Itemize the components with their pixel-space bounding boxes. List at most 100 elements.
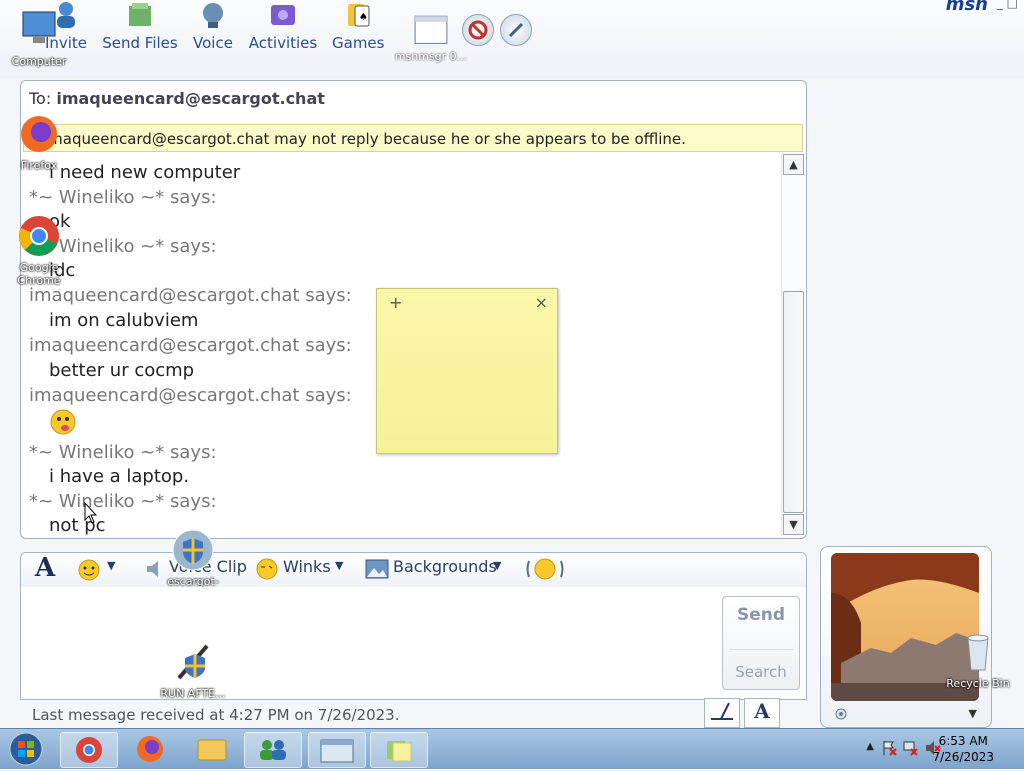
send-panel: Send Search xyxy=(722,596,800,690)
recycle-bin-label: Recycle Bin xyxy=(946,677,1010,690)
chrome-icon xyxy=(19,216,59,256)
message-sender: imaqueencard@escargot.chat says: xyxy=(29,385,352,406)
send-files-button[interactable]: Send Files xyxy=(100,0,180,60)
chevron-down-icon[interactable]: ▼ xyxy=(335,559,343,572)
sticky-notes-icon xyxy=(387,741,412,762)
desktop-icon-recycle-bin[interactable]: Recycle Bin xyxy=(940,630,1016,690)
chrome-icon xyxy=(76,737,102,763)
message-sender: *~ Wineliko ~* says: xyxy=(29,491,217,512)
message-sender: imaqueencard@escargot.chat says: xyxy=(29,335,352,356)
start-button-icon[interactable] xyxy=(6,731,46,767)
message-sender: *~ Wineliko ~* says: xyxy=(29,442,217,463)
offline-notice: imaqueencard@escargot.chat may not reply… xyxy=(23,124,803,152)
winks-icon xyxy=(256,558,278,580)
block-icon xyxy=(468,20,488,40)
winks-button[interactable]: Winks xyxy=(283,557,331,576)
voice-label: Voice xyxy=(193,34,233,52)
handwriting-tab[interactable] xyxy=(704,698,740,728)
window-thumbnail-icon xyxy=(414,15,448,45)
computer-label: Computer xyxy=(11,55,67,68)
firefox-icon xyxy=(21,116,57,152)
chevron-down-icon[interactable]: ▼ xyxy=(493,559,501,572)
games-button[interactable]: ♠ Games xyxy=(332,0,384,60)
backgrounds-icon xyxy=(365,559,389,579)
run-after-shortcut-icon xyxy=(177,644,209,680)
font-icon[interactable]: A xyxy=(35,553,55,583)
activities-icon xyxy=(271,5,295,25)
taskbar-firefox[interactable] xyxy=(122,732,178,766)
message-sender: imaqueencard@escargot.chat says: xyxy=(29,285,352,306)
compose-toolbar: A ▼ Voice Clip Winks ▼ Backgrounds ▼ xyxy=(20,552,807,588)
taskbar: ▲ 6:53 AM 7/26/2023 xyxy=(0,728,1024,769)
message-text: i need new computer xyxy=(49,162,241,183)
chevron-down-icon[interactable]: ▼ xyxy=(969,707,977,720)
desktop-icon-run-after[interactable]: RUN AFTE... xyxy=(158,640,228,700)
desktop-icon-chrome[interactable]: Google Chrome xyxy=(4,214,74,287)
window-thumbnail-label: msnmsgr 0... xyxy=(394,50,468,63)
send-files-icon xyxy=(129,3,151,26)
activities-label: Activities xyxy=(248,34,318,52)
to-label: To: xyxy=(29,89,52,108)
message-sender: *~ Wineliko ~* says: xyxy=(29,187,217,208)
voice-icon xyxy=(203,3,223,28)
chevron-down-icon[interactable]: ▼ xyxy=(107,559,115,572)
firefox-label: Firefox xyxy=(20,159,58,172)
message-text: better ur cocmp xyxy=(49,360,195,381)
sticky-note[interactable]: + × xyxy=(376,288,558,454)
pen-icon xyxy=(711,702,733,720)
customize-button[interactable] xyxy=(500,14,532,46)
search-button[interactable]: Search xyxy=(723,663,799,681)
message-text: im on calubviem xyxy=(49,310,199,331)
svg-text:♠: ♠ xyxy=(359,12,368,23)
voice-button[interactable]: Voice xyxy=(190,0,236,60)
history-scrollbar[interactable]: ▲ ▼ xyxy=(781,153,804,536)
activities-button[interactable]: Activities xyxy=(248,0,318,60)
run-after-label: RUN AFTE... xyxy=(160,687,226,700)
tongue-emoticon-icon xyxy=(50,409,76,435)
show-hidden-icons-icon[interactable]: ▲ xyxy=(866,741,874,752)
action-center-flag-icon[interactable] xyxy=(880,739,898,757)
nudge-icon[interactable] xyxy=(525,556,565,582)
taskbar-sticky-notes[interactable] xyxy=(370,732,428,768)
mouse-cursor-icon xyxy=(84,502,98,524)
window-icon xyxy=(320,739,354,763)
scroll-down-icon[interactable]: ▼ xyxy=(783,514,804,535)
taskbar-window-thumbnail[interactable]: msnmsgr 0... xyxy=(394,14,468,74)
escargot-shield-icon xyxy=(172,529,214,571)
games-label: Games xyxy=(332,34,385,52)
text-tab[interactable]: A xyxy=(744,698,780,728)
scroll-thumb[interactable] xyxy=(783,291,804,513)
msn-logo: msn xyxy=(945,0,988,15)
system-clock[interactable]: 6:53 AM 7/26/2023 xyxy=(932,733,994,765)
backgrounds-button[interactable]: Backgrounds xyxy=(393,557,497,576)
taskbar-explorer[interactable] xyxy=(184,732,240,766)
webcam-icon[interactable] xyxy=(833,707,849,723)
taskbar-msn-messenger[interactable] xyxy=(244,732,302,768)
add-note-icon[interactable]: + xyxy=(389,293,402,312)
desktop-icon-firefox[interactable]: Firefox xyxy=(4,112,74,172)
taskbar-conversation-window[interactable] xyxy=(308,732,366,768)
chrome-label: Google Chrome xyxy=(17,261,61,287)
message-text: i have a laptop. xyxy=(49,466,190,487)
firefox-icon xyxy=(137,736,163,762)
desktop-icon-computer[interactable]: Computer xyxy=(4,8,74,68)
clock-date: 7/26/2023 xyxy=(932,750,994,764)
network-icon[interactable] xyxy=(902,739,920,757)
to-address: imaqueencard@escargot.chat xyxy=(56,89,325,108)
taskbar-chrome[interactable] xyxy=(60,732,118,768)
folder-icon xyxy=(197,739,227,761)
send-files-label: Send Files xyxy=(102,34,178,52)
games-icon: ♠ xyxy=(348,4,370,27)
message-input[interactable] xyxy=(20,587,807,700)
last-message-status: Last message received at 4:27 PM on 7/26… xyxy=(32,706,400,724)
scroll-up-icon[interactable]: ▲ xyxy=(783,154,804,175)
send-button[interactable]: Send xyxy=(723,605,799,625)
emoticon-icon[interactable] xyxy=(77,559,101,581)
computer-icon xyxy=(22,11,56,43)
divider xyxy=(729,649,793,650)
block-button[interactable] xyxy=(462,14,494,46)
close-note-icon[interactable]: × xyxy=(535,293,548,312)
to-line: To: imaqueencard@escargot.chat xyxy=(29,89,325,108)
conversation-toolbar: Invite Send Files Voice Activities ♠ Gam… xyxy=(0,0,1024,78)
window-controls[interactable]: _ □ xyxy=(997,0,1018,10)
